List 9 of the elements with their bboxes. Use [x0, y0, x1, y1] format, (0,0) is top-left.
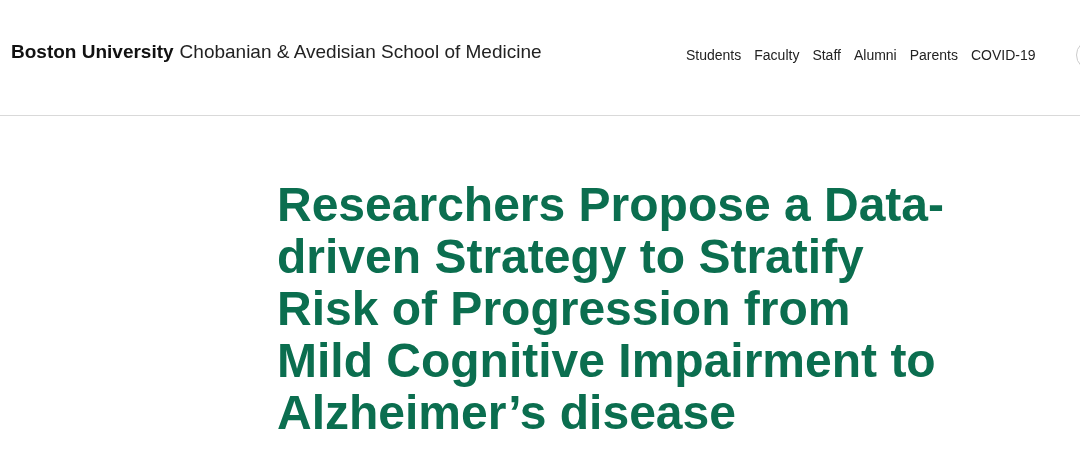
nav-link[interactable]: Staff — [812, 45, 841, 66]
nav-link[interactable]: COVID-19 — [971, 45, 1036, 66]
nav-link[interactable]: Faculty — [754, 45, 800, 66]
nav-link[interactable]: Parents — [909, 45, 958, 66]
university-name[interactable]: Boston University — [11, 38, 174, 67]
school-name[interactable]: Chobanian & Avedisian School of Medicine — [179, 38, 542, 67]
article-title: Researchers Propose a Data- driven Strategy to Stratify Risk of Progression from Mild Cognitive Impairment to Alzheimer’s disease — [277, 179, 945, 439]
nav-link[interactable]: Alumni — [853, 45, 897, 66]
nav-link[interactable]: Students — [686, 45, 742, 66]
